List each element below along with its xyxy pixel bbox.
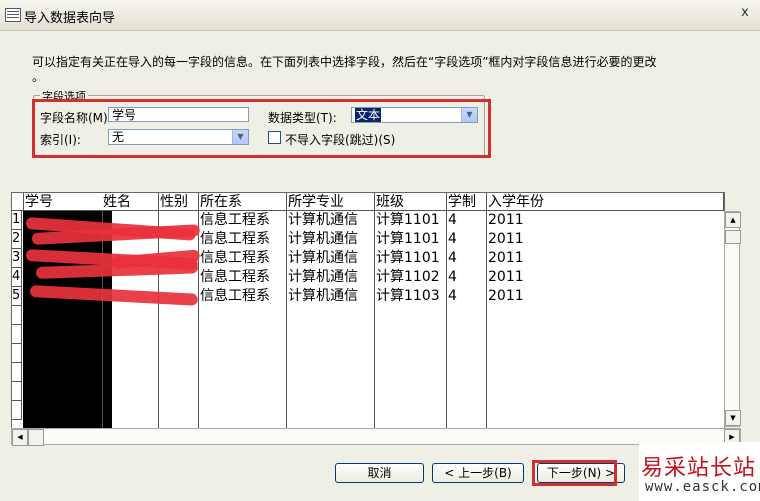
column-header[interactable]: 学号 [24,193,114,211]
window-title: 导入数据表向导 [24,11,116,26]
table-cell: 计算机通信 [287,211,375,230]
cancel-button[interactable]: 取消 [335,463,424,483]
data-type-value: 文本 [355,108,382,122]
row-header [12,325,22,344]
table-cell: 4 [447,268,487,287]
row-header [12,401,22,420]
table-cell: 计算机通信 [287,287,375,306]
row-header [12,363,22,382]
column-header[interactable]: 性别 [159,193,199,211]
row-header[interactable]: 5 [12,287,22,306]
row-header[interactable]: 2 [12,230,22,249]
table-cell: 计算机通信 [287,230,375,249]
horizontal-scrollbar[interactable]: ◀ ▶ [11,428,741,446]
row-header[interactable]: 1 [12,211,22,230]
chevron-down-icon[interactable]: ▼ [232,130,248,144]
table-cell: 计算机通信 [287,249,375,268]
table-cell: 2011 [488,269,524,285]
column-header[interactable]: 所在系 [199,193,287,211]
table-cell: 计算1101 [375,211,447,230]
row-header[interactable]: 3 [12,249,22,268]
table-cell: 信息工程系 [199,230,287,249]
table-cell: 计算1101 [375,249,447,268]
table-icon [5,8,21,22]
vertical-scrollbar[interactable]: ▲ ▼ [724,211,741,427]
data-preview-grid[interactable]: 学号 姓名 性别 所在系 所学专业 班级 学制 入学年份 1 2 3 4 5 信… [11,192,725,429]
scroll-up-icon[interactable]: ▲ [725,212,741,228]
instruction-tail: 。 [32,70,45,84]
chevron-down-icon[interactable]: ▼ [461,108,477,122]
corner-header [12,193,24,211]
table-cell: 计算机通信 [287,268,375,287]
scroll-thumb[interactable] [28,429,44,446]
row-header [12,306,22,325]
table-cell: 信息工程系 [199,249,287,268]
import-wizard-window: 导入数据表向导 x 可以指定有关正在导入的每一字段的信息。在下面列表中选择字段，… [0,0,760,501]
scroll-down-icon[interactable]: ▼ [725,410,741,426]
table-cell: 信息工程系 [199,211,287,230]
table-cell: 2011 [488,288,524,304]
highlight-box-next [532,460,617,486]
watermark-url: www.easck.com [645,479,760,495]
scroll-left-icon[interactable]: ◀ [12,429,28,446]
column-header[interactable]: 班级 [375,193,447,211]
table-cell: 信息工程系 [199,287,287,306]
table-cell: 计算1103 [375,287,447,306]
skip-field-label: 不导入字段(跳过)(S) [285,133,396,147]
table-cell: 计算1101 [375,230,447,249]
index-select[interactable]: 无 ▼ [108,129,249,145]
table-cell: 2011 [488,212,524,228]
back-button[interactable]: < 上一步(B) [432,463,524,483]
data-type-label: 数据类型(T): [268,111,337,125]
close-icon[interactable]: x [737,5,753,21]
column-header[interactable]: 入学年份 [487,193,724,211]
table-cell: 2011 [488,231,524,247]
instruction-text: 可以指定有关正在导入的每一字段的信息。在下面列表中选择字段，然后在“字段选项”框… [32,55,657,69]
grid-line [158,211,159,428]
column-header[interactable]: 学制 [447,193,487,211]
table-cell: 计算1102 [375,268,447,287]
field-name-input[interactable]: 学号 [108,107,249,122]
row-header [12,382,22,401]
watermark-logo: 易采站长站 www.easck.com [639,442,760,501]
index-value: 无 [112,130,125,144]
skip-field-checkbox[interactable] [268,131,281,144]
grid-line [102,211,103,428]
column-header[interactable]: 姓名 [102,193,159,211]
column-header[interactable]: 所学专业 [287,193,375,211]
table-cell: 信息工程系 [199,268,287,287]
watermark-title: 易采站长站 [641,456,757,481]
table-cell: 4 [447,249,487,268]
field-name-label: 字段名称(M) [40,111,108,125]
index-label: 索引(I): [40,133,81,147]
scroll-thumb[interactable] [725,230,741,244]
table-cell: 4 [447,211,487,230]
data-type-select[interactable]: 文本 ▼ [351,107,478,123]
table-cell: 4 [447,287,487,306]
row-header [12,344,22,363]
table-cell: 2011 [488,250,524,266]
title-bar: 导入数据表向导 x [0,0,760,31]
table-cell: 4 [447,230,487,249]
row-header[interactable]: 4 [12,268,22,287]
